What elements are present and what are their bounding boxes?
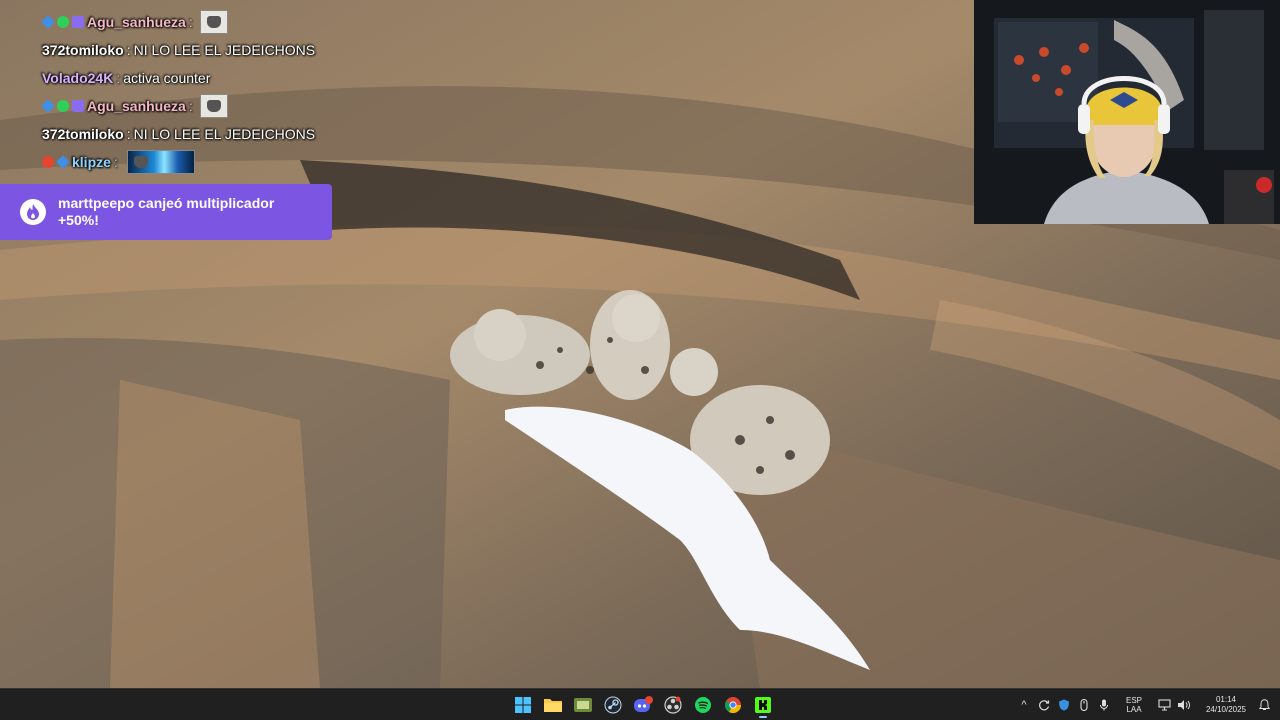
taskbar: ^ ESP LAA 01:14 24/10/2025 [0,688,1280,720]
stream-chat: Agu_sanhueza: 372tomiloko: NI LO LEE EL … [41,8,342,176]
steam-icon[interactable] [600,692,626,718]
chat-username[interactable]: Volado24K [42,70,113,86]
chat-username[interactable]: Agu_sanhueza [87,14,186,30]
verified-badge-icon [57,16,69,28]
taskbar-apps [510,692,776,718]
chat-message: 372tomiloko: NI LO LEE EL JEDEICHONS [42,42,316,58]
network-icon[interactable] [1154,695,1174,715]
spotify-icon[interactable] [690,692,716,718]
chat-message: Agu_sanhueza: [41,8,342,36]
chat-text: NI LO LEE EL JEDEICHONS [133,42,316,58]
chrome-icon[interactable] [720,692,746,718]
gift-badge-icon [72,16,84,28]
obs-icon[interactable] [660,692,686,718]
discord-icon[interactable] [630,692,656,718]
mouse-app-icon[interactable] [1074,695,1094,715]
windows-start-icon[interactable] [510,692,536,718]
keyboard-layout-code: LAA [1126,704,1142,714]
microphone-icon[interactable] [1094,695,1114,715]
security-shield-icon[interactable] [1054,695,1074,715]
sub-badge-icon [56,155,70,169]
media-app-icon[interactable] [570,692,596,718]
redemption-text: marttpeepo canjeó multiplicador +50%! [58,195,275,228]
kick-icon[interactable] [750,692,776,718]
chat-text: NI LO LEE EL JEDEICHONS [133,126,316,142]
chat-username[interactable]: 372tomiloko [42,126,124,142]
clock-time: 01:14 [1215,694,1237,704]
channel-point-redemption-banner: marttpeepo canjeó multiplicador +50%! [0,184,332,240]
input-language-indicator[interactable]: ESP LAA [1120,696,1148,714]
verified-badge-icon [57,100,69,112]
gift-badge-icon [72,100,84,112]
show-hidden-icons-chevron[interactable]: ^ [1014,695,1034,715]
sync-icon[interactable] [1034,695,1054,715]
file-explorer-icon[interactable] [540,692,566,718]
system-tray: ^ ESP LAA 01:14 24/10/2025 [1014,689,1280,720]
sub-badge-icon [41,15,55,29]
sad-face-emote-icon [199,10,228,34]
chat-message: 372tomiloko: NI LO LEE EL JEDEICHONS [42,126,316,142]
chat-username[interactable]: Agu_sanhueza [87,98,186,114]
sad-face-emote-icon [199,94,228,118]
chat-message: klipze: [42,148,342,176]
chat-message: Agu_sanhueza: [41,92,342,120]
language-code: ESP [1125,695,1142,705]
volume-icon[interactable] [1174,695,1194,715]
chat-username[interactable]: klipze [72,154,111,170]
blue-swirl-emote-icon [126,150,195,174]
chat-username[interactable]: 372tomiloko [42,42,124,58]
webcam-overlay [974,0,1280,224]
og-badge-icon [42,156,54,168]
sub-badge-icon [41,99,55,113]
flame-icon [20,199,46,225]
clock-date: 24/10/2025 [1205,704,1247,714]
chat-text: activa counter [123,70,211,86]
taskbar-clock[interactable]: 01:14 24/10/2025 [1202,695,1250,715]
notification-bell-icon[interactable] [1256,695,1272,715]
chat-message: Volado24K: activa counter [42,70,211,86]
